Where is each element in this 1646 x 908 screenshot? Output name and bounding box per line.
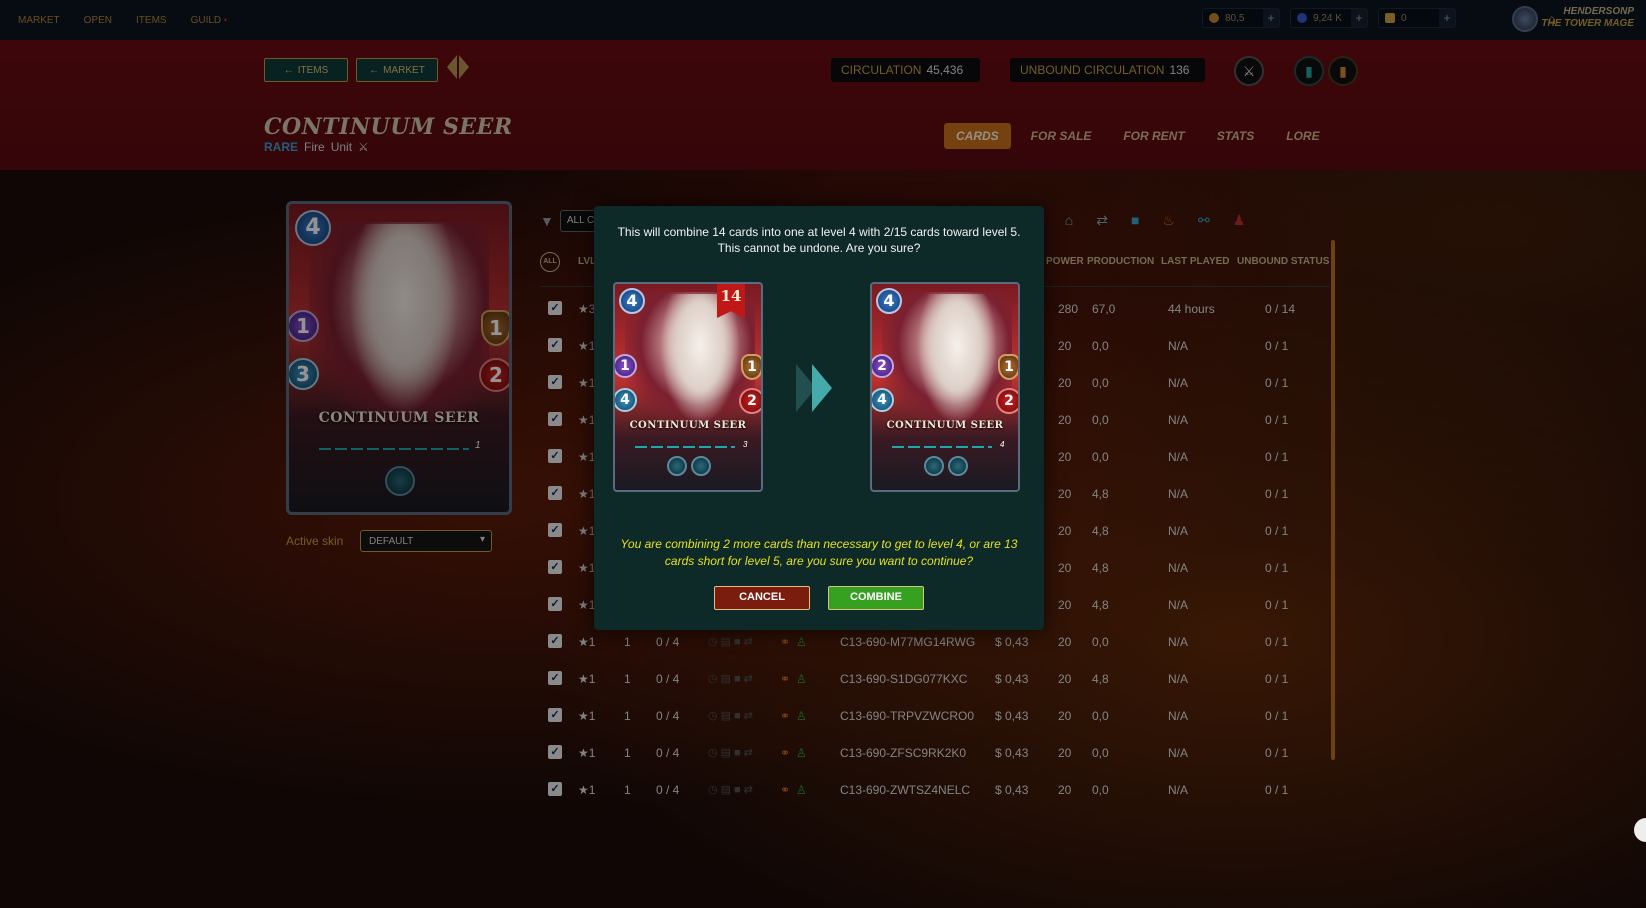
health-stat: 2 [996, 388, 1018, 414]
armor-stat: 1 [741, 354, 761, 380]
magic-stat: 1 [615, 354, 637, 378]
card-name: CONTINUUM SEER [629, 420, 747, 431]
card-level: 3 [743, 440, 748, 449]
speed-stat: 4 [615, 388, 637, 412]
level-bar [892, 446, 992, 448]
speed-stat: 4 [872, 388, 894, 412]
combine-button[interactable]: COMBINE [828, 586, 924, 610]
card-level: 4 [1000, 440, 1005, 449]
ability-icon [691, 456, 711, 476]
ability-icon [667, 456, 687, 476]
from-card: 14 4 1 4 1 2 CONTINUUM SEER 3 [613, 282, 763, 492]
combine-message: This will combine 14 cards into one at l… [617, 225, 1021, 255]
ability-icon [948, 456, 968, 476]
ability-icon [924, 456, 944, 476]
arrow-right-icon [812, 364, 832, 412]
mana-stat: 4 [876, 288, 902, 314]
card-figure [917, 294, 997, 424]
to-card: 4 2 4 1 2 CONTINUUM SEER 4 [870, 282, 1020, 492]
magic-stat: 2 [872, 354, 894, 378]
armor-stat: 1 [998, 354, 1018, 380]
level-bar [635, 446, 735, 448]
health-stat: 2 [739, 388, 761, 414]
cancel-button[interactable]: CANCEL [714, 586, 810, 610]
card-name: CONTINUUM SEER [886, 420, 1004, 431]
card-figure [660, 294, 740, 424]
combine-dialog: This will combine 14 cards into one at l… [594, 206, 1044, 630]
mana-stat: 4 [619, 288, 645, 314]
combine-warning: You are combining 2 more cards than nece… [620, 537, 1018, 568]
